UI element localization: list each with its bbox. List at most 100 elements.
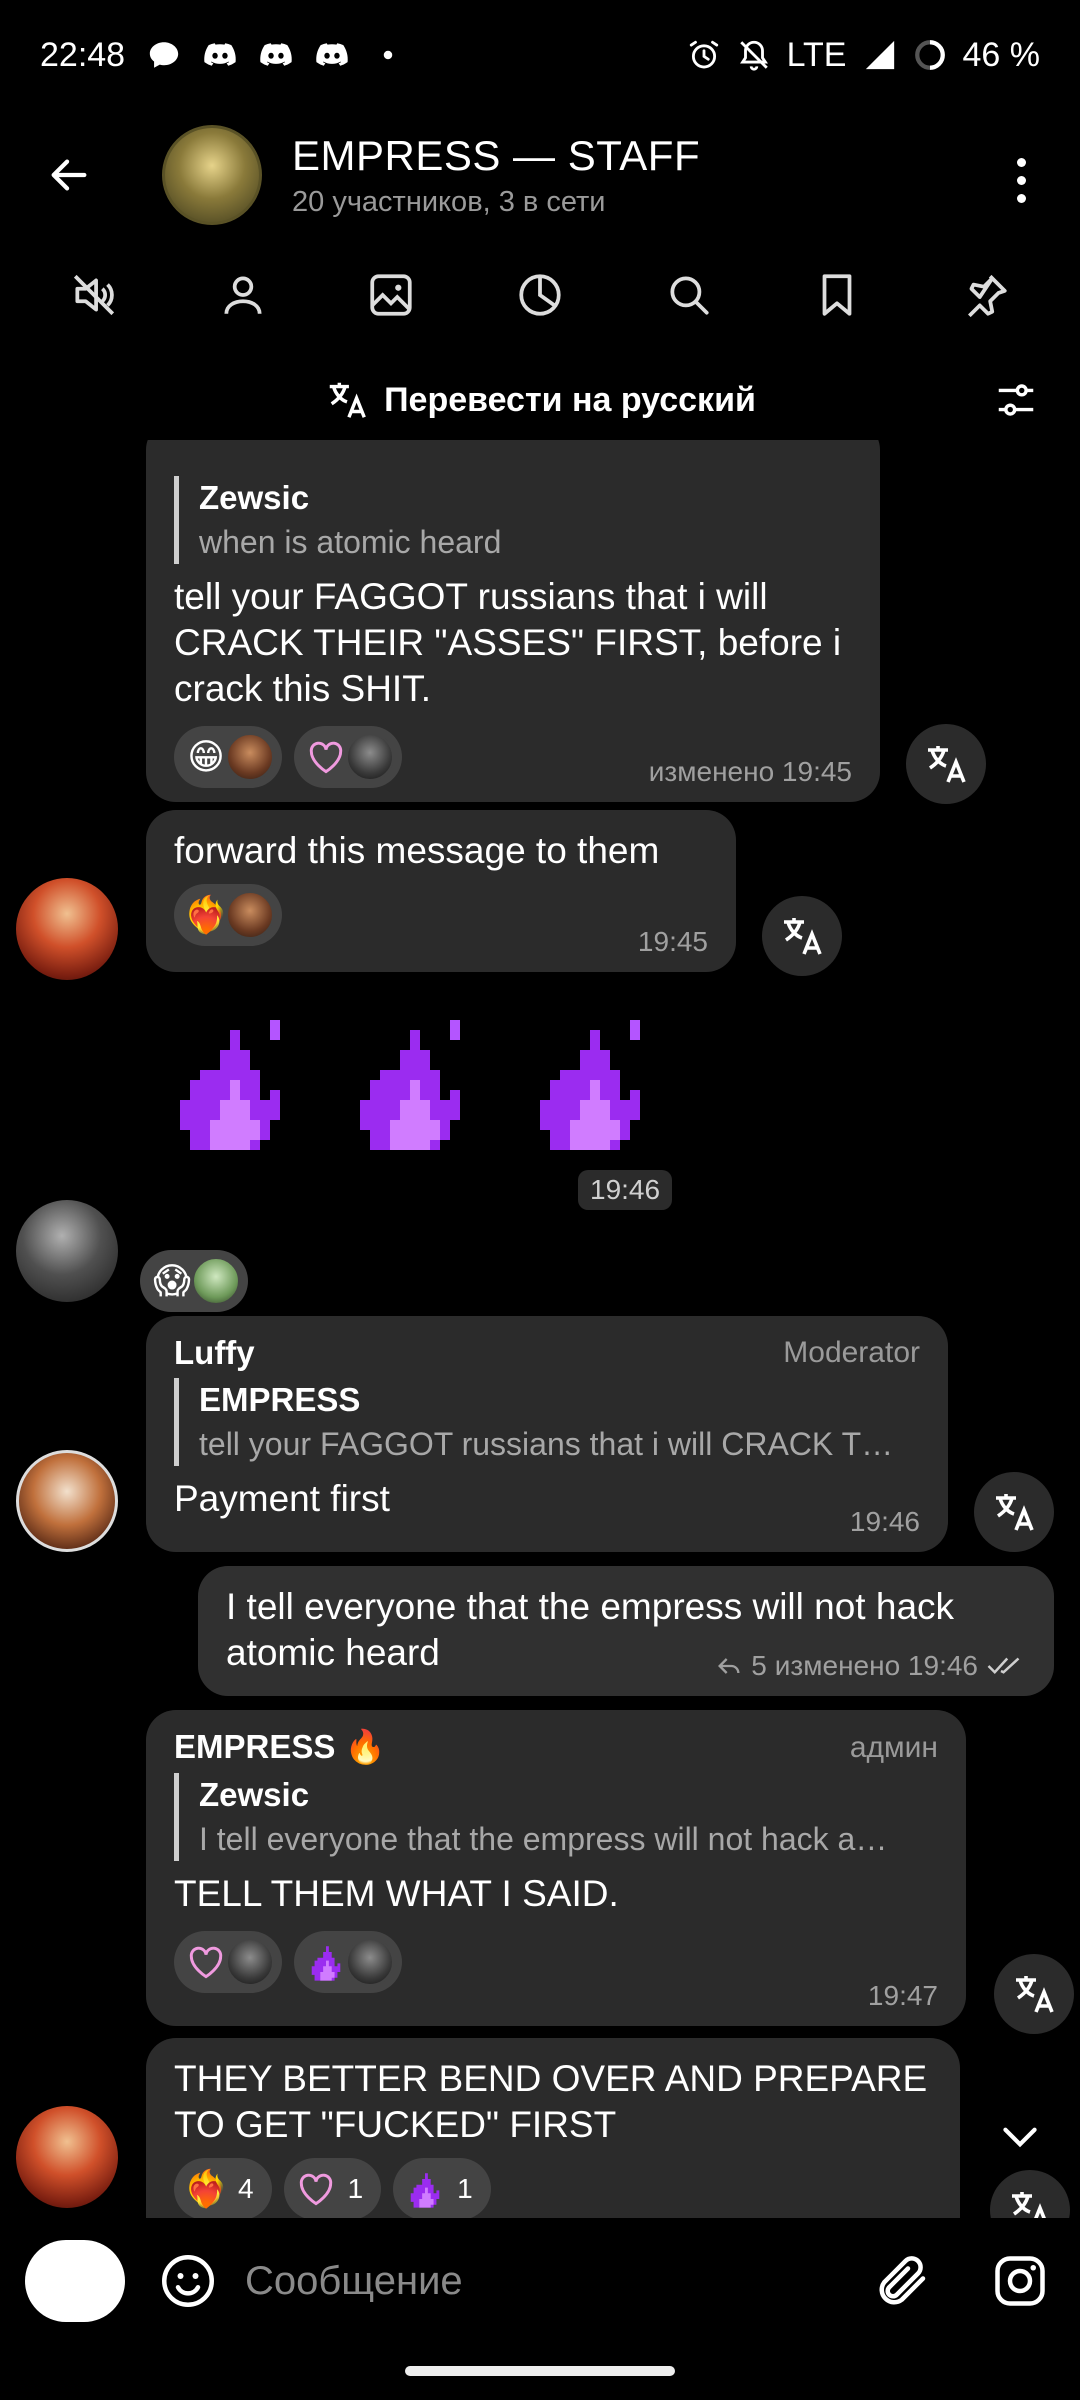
reaction-chip[interactable]: 😁 — [174, 726, 282, 788]
discord-notification-icon — [259, 38, 293, 72]
message-bubble[interactable]: forward this message to them ❤️‍🔥 19:45 — [146, 810, 736, 972]
double-check-read-icon — [987, 1657, 1020, 1675]
camera-button[interactable] — [985, 2246, 1055, 2316]
attach-button[interactable] — [868, 2246, 938, 2316]
sender-avatar[interactable] — [16, 878, 118, 980]
battery-ring-icon — [913, 38, 947, 72]
reaction-chip[interactable]: 😱 — [140, 1250, 248, 1312]
sticker-message[interactable] — [160, 1010, 660, 1160]
message-time: 19:47 — [867, 1980, 938, 2011]
message-bubble[interactable]: Zewsic when is atomic heard tell your FA… — [146, 440, 880, 802]
sender-avatar[interactable] — [16, 1450, 118, 1552]
reaction-count: 1 — [347, 2173, 364, 2204]
reaction-chip[interactable]: 1 — [393, 2158, 491, 2218]
pin-icon — [967, 274, 1007, 318]
scroll-to-bottom-button[interactable] — [990, 2106, 1050, 2166]
sender-name[interactable]: Luffy — [174, 1334, 255, 1372]
reactions: ❤️‍🔥 4 1 1 — [174, 2158, 932, 2218]
chat-header: EMPRESS — STAFF 20 участников, 3 в сети — [0, 110, 1080, 240]
reactor-avatar — [226, 1938, 274, 1986]
translate-message-button[interactable] — [974, 1472, 1054, 1552]
message-meta: 19:45 — [638, 926, 708, 958]
instagram-camera-icon — [995, 2256, 1045, 2306]
smiley-icon — [162, 2255, 214, 2307]
message-meta: 19:46 — [850, 1506, 920, 1538]
more-options-button[interactable] — [996, 150, 1046, 210]
status-time: 22:48 — [40, 35, 126, 74]
quote-author: EMPRESS — [199, 1381, 361, 1418]
sender-name[interactable]: EMPRESS 🔥 — [174, 1728, 386, 1767]
sender-avatar[interactable] — [16, 2106, 118, 2208]
quote-text: tell your FAGGOT russians that i will CR… — [199, 1426, 894, 1462]
message-time: изменено 19:45 — [648, 756, 852, 787]
reactor-avatar — [346, 733, 394, 781]
chevron-down-icon — [1003, 2127, 1037, 2148]
mute-button[interactable] — [59, 260, 129, 330]
reply-quote[interactable]: Zewsic I tell everyone that the empress … — [174, 1773, 938, 1861]
translate-message-button[interactable] — [994, 1954, 1074, 2034]
reply-quote[interactable]: EMPRESS tell your FAGGOT russians that i… — [174, 1378, 920, 1466]
reactions: 😱 — [140, 1250, 248, 1312]
reactions — [174, 1931, 938, 1993]
message-bubble[interactable]: EMPRESS 🔥 админ Zewsic I tell everyone t… — [146, 1710, 966, 2026]
outgoing-message-bubble[interactable]: I tell everyone that the empress will no… — [198, 1566, 1054, 1696]
translate-bar[interactable]: Перевести на русский — [0, 360, 1080, 440]
discord-notification-icon — [203, 38, 237, 72]
translate-message-button[interactable] — [990, 2170, 1070, 2218]
reactor-avatar — [346, 1938, 394, 1986]
screaming-face-icon: 😱 — [153, 1260, 191, 1301]
reaction-chip[interactable]: ❤️‍🔥 — [174, 884, 282, 946]
statistics-button[interactable] — [505, 260, 575, 330]
pink-heart-icon — [182, 1938, 230, 1986]
chat-notification-icon — [147, 38, 181, 72]
media-button[interactable] — [356, 260, 426, 330]
translate-icon — [996, 1494, 1034, 1531]
kebab-dot — [1016, 193, 1026, 203]
reactor-avatar — [226, 733, 274, 781]
message-text: THEY BETTER BEND OVER AND PREPARE TO GET… — [174, 2058, 928, 2145]
home-indicator[interactable] — [405, 2366, 675, 2376]
heart-on-fire-icon: ❤️‍🔥 — [183, 2168, 229, 2209]
sender-avatar[interactable] — [16, 1200, 118, 1302]
message-time: 19:45 — [637, 926, 708, 957]
arrow-left-icon — [51, 159, 87, 191]
pinned-button[interactable] — [951, 260, 1021, 330]
message-input[interactable]: Сообщение — [245, 2248, 845, 2314]
message-list[interactable]: Zewsic when is atomic heard tell your FA… — [0, 440, 1080, 2218]
message-text: tell your FAGGOT russians that i will CR… — [174, 576, 842, 709]
reactor-avatar — [226, 891, 274, 939]
purple-flame-icon — [302, 1938, 350, 1986]
search-button[interactable] — [654, 260, 724, 330]
reactor-avatar — [192, 1257, 240, 1305]
translate-message-button[interactable] — [762, 896, 842, 976]
translate-message-button[interactable] — [906, 724, 986, 804]
members-button[interactable] — [208, 260, 278, 330]
message-time: 19:46 — [849, 1506, 920, 1537]
group-avatar[interactable] — [162, 125, 262, 225]
message-bubble[interactable]: Luffy Moderator EMPRESS tell your FAGGOT… — [146, 1316, 948, 1552]
reaction-chip[interactable]: 1 — [283, 2158, 382, 2218]
reaction-chip[interactable] — [174, 1931, 282, 1993]
status-bar: 22:48 LTE 46 % — [0, 0, 1080, 110]
translate-settings-button[interactable] — [986, 370, 1046, 430]
group-members-status: 20 участников, 3 в сети — [292, 185, 606, 218]
mute-icon — [74, 274, 115, 316]
message-meta: изменено 19:45 — [649, 756, 852, 788]
message-bubble[interactable]: THEY BETTER BEND OVER AND PREPARE TO GET… — [146, 2038, 960, 2218]
emoji-button[interactable] — [155, 2248, 221, 2314]
composer-pill-button[interactable] — [25, 2240, 125, 2322]
reaction-chip[interactable] — [294, 726, 402, 788]
reply-quote[interactable]: Zewsic when is atomic heard — [174, 476, 852, 564]
reaction-chip[interactable] — [294, 1931, 402, 1993]
reactions: ❤️‍🔥 — [174, 884, 708, 946]
kebab-dot — [1016, 175, 1026, 185]
translate-icon — [1012, 2192, 1046, 2218]
network-type: LTE — [786, 35, 847, 74]
back-button[interactable] — [34, 140, 104, 210]
reaction-chip[interactable]: ❤️‍🔥 4 — [174, 2158, 272, 2218]
quote-text: when is atomic heard — [199, 524, 502, 560]
group-info[interactable]: EMPRESS — STAFF 20 участников, 3 в сети — [292, 132, 700, 219]
translate-icon — [1016, 1976, 1054, 2013]
saved-button[interactable] — [802, 260, 872, 330]
translate-icon — [784, 918, 822, 955]
